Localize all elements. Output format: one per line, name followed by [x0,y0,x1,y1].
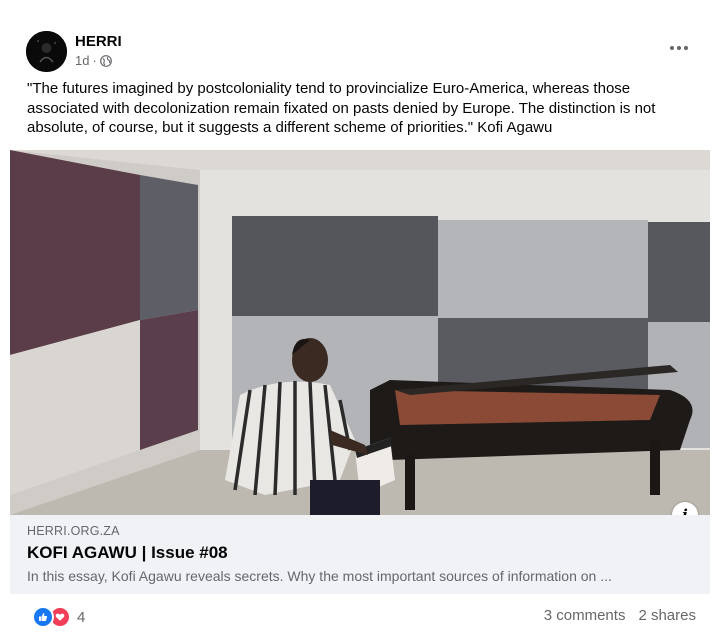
more-options-icon[interactable] [666,38,692,58]
reaction-count: 4 [77,608,86,626]
reactions-summary[interactable]: 4 [32,606,85,628]
globe-icon[interactable] [99,54,112,67]
post-meta: 1d · [75,53,112,68]
link-title[interactable]: KOFI AGAWU | Issue #08 [27,543,228,563]
meta-separator: · [92,53,97,68]
post-stats: 3 comments 2 shares [544,607,696,624]
link-domain: HERRI.ORG.ZA [27,524,120,538]
shares-count-link[interactable]: 2 shares [638,607,696,624]
facebook-post: HERRI 1d · "The futures imagined by post… [0,0,718,632]
like-reaction-icon [32,606,54,628]
post-time[interactable]: 1d [75,53,89,68]
page-avatar[interactable] [26,31,67,72]
post-text: "The futures imagined by postcoloniality… [27,80,656,136]
link-description: In this essay, Kofi Agawu reveals secret… [27,568,612,584]
comments-count-link[interactable]: 3 comments [544,607,626,624]
author-name[interactable]: HERRI [75,33,122,50]
post-image-piano-player[interactable] [10,150,710,515]
link-preview-card[interactable]: HERRI.ORG.ZA KOFI AGAWU | Issue #08 In t… [10,515,710,594]
